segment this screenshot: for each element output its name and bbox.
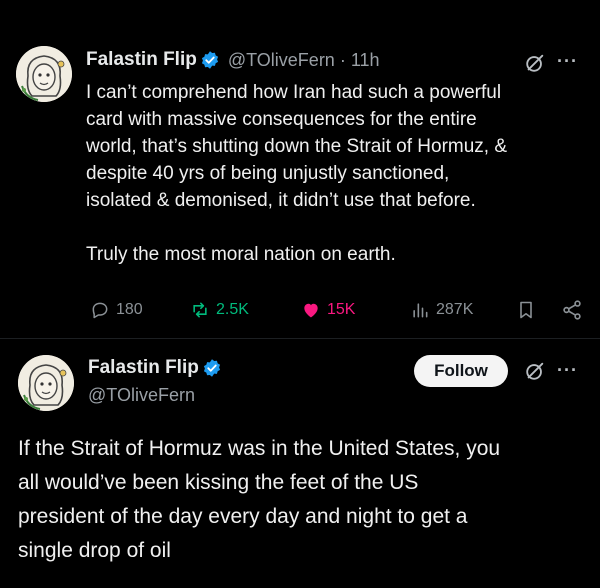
share-icon[interactable]: [561, 299, 583, 321]
reply-icon: [92, 302, 108, 319]
grok-icon[interactable]: [524, 360, 546, 382]
views-icon: [413, 303, 428, 318]
tweet-text-line: world, that’s shutting down the Strait o…: [86, 136, 508, 157]
author-name[interactable]: Falastin Flip: [88, 357, 199, 379]
bookmark-icon[interactable]: [516, 300, 536, 320]
avatar[interactable]: [18, 355, 74, 411]
tweet-text-line: president of the day every day and night…: [18, 505, 468, 528]
repost-icon: [193, 302, 207, 318]
tweet-text-line: single drop of oil: [18, 539, 171, 562]
heart-icon: [304, 303, 318, 318]
verified-badge-icon: [203, 359, 220, 377]
grok-icon[interactable]: [524, 52, 546, 74]
tweet-header: Falastin Flip: [88, 357, 222, 379]
tweet-text: If the Strait of Hormuz was in the Unite…: [18, 432, 588, 568]
tweet-text-line: isolated & demonised, it didn’t use that…: [86, 190, 476, 211]
tweet-text-line: all would’ve been kissing the feet of th…: [18, 471, 419, 494]
tweet-header: Falastin Flip @TOliveFern · 11h: [86, 49, 380, 71]
tweet-text-line: card with massive consequences for the e…: [86, 109, 477, 130]
more-icon[interactable]: ···: [557, 360, 578, 381]
repost-action[interactable]: 2.5K: [190, 300, 249, 320]
avatar-cartoon-icon: [16, 46, 72, 102]
follow-button[interactable]: Follow: [414, 355, 508, 387]
author-name[interactable]: Falastin Flip: [86, 49, 197, 71]
tweet-text: I can’t comprehend how Iran had such a p…: [86, 79, 586, 268]
tweet-text-line: despite 40 yrs of being unjustly sanctio…: [86, 163, 450, 184]
handle[interactable]: @TOliveFern: [88, 385, 195, 406]
handle-and-time[interactable]: @TOliveFern · 11h: [228, 50, 380, 71]
views-count: 287K: [436, 301, 474, 318]
tweet-text-line: Truly the most moral nation on earth.: [86, 244, 396, 265]
views-action[interactable]: 287K: [410, 300, 473, 320]
divider: [0, 338, 600, 339]
reply-count: 180: [116, 301, 143, 318]
like-action[interactable]: 15K: [301, 300, 355, 320]
repost-count: 2.5K: [216, 301, 249, 318]
tweet-text-line: If the Strait of Hormuz was in the Unite…: [18, 437, 501, 460]
tweet-text-line: I can’t comprehend how Iran had such a p…: [86, 82, 502, 103]
like-count: 15K: [327, 301, 356, 318]
avatar[interactable]: [16, 46, 72, 102]
more-icon[interactable]: ···: [557, 51, 578, 72]
avatar-cartoon-icon: [18, 355, 74, 411]
verified-badge-icon: [201, 51, 218, 69]
reply-action[interactable]: 180: [90, 300, 143, 320]
